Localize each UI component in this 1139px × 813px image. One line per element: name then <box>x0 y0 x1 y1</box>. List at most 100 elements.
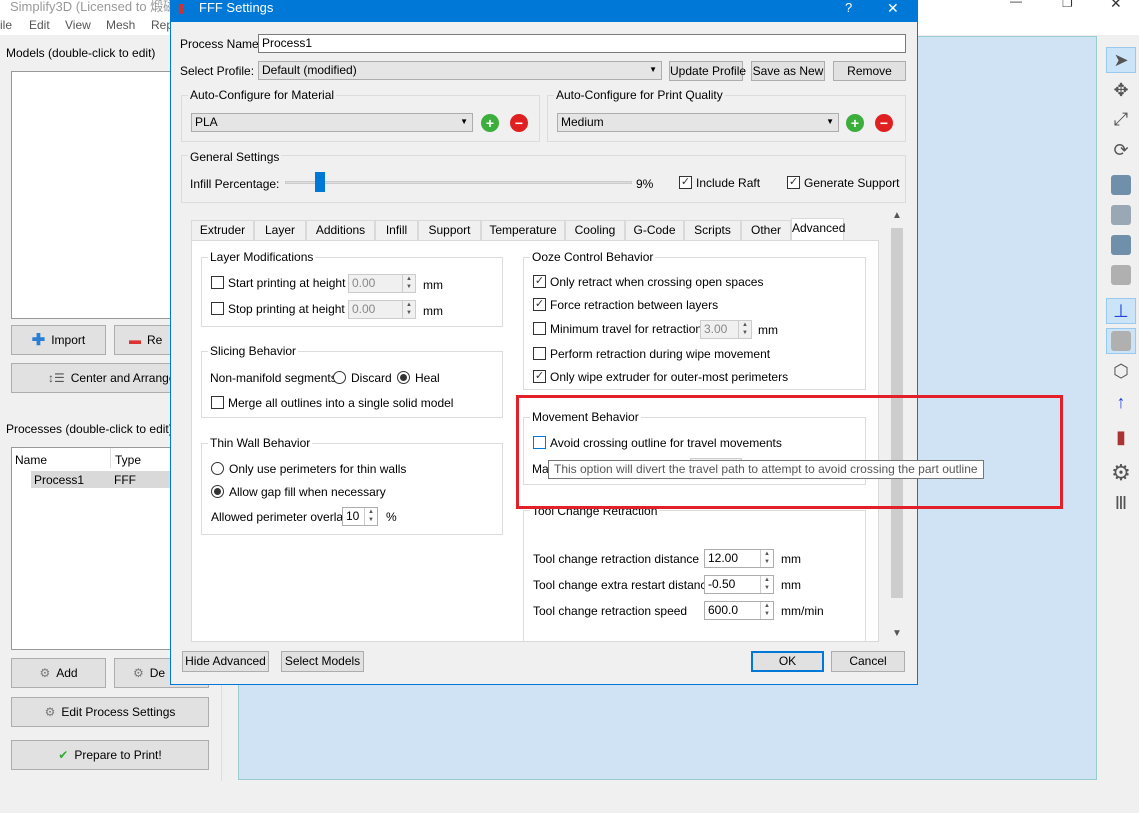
quality-select[interactable]: Medium ▼ <box>557 113 839 132</box>
ok-button[interactable]: OK <box>751 651 824 672</box>
tab-temperature[interactable]: Temperature <box>481 220 565 240</box>
infill-slider-track[interactable] <box>285 181 632 184</box>
cube-side-view-icon[interactable] <box>1106 232 1136 258</box>
tab-additions[interactable]: Additions <box>306 220 375 240</box>
window-minimize[interactable]: — <box>1010 0 1022 8</box>
wipe-outer-label: Only wipe extruder for outer-most perime… <box>550 370 789 384</box>
spinner-arrows-icon[interactable]: ▲ ▼ <box>760 550 773 567</box>
edit-process-settings-button[interactable]: ⚙ Edit Process Settings <box>11 697 209 727</box>
start-height-value: 0.00 <box>352 276 376 290</box>
menu-mesh[interactable]: Mesh <box>106 18 135 32</box>
menu-edit[interactable]: Edit <box>29 18 50 32</box>
tc-distance-input[interactable]: 12.00 ▲ ▼ <box>704 549 774 568</box>
spinner-arrows-icon[interactable]: ▲ ▼ <box>760 576 773 593</box>
cube-top-view-icon[interactable] <box>1106 202 1136 228</box>
select-models-button[interactable]: Select Models <box>281 651 364 672</box>
tab-extruder[interactable]: Extruder <box>191 220 254 240</box>
chevron-down-icon: ▼ <box>649 65 657 74</box>
prepare-to-print-button[interactable]: ✔ Prepare to Print! <box>11 740 209 770</box>
dialog-titlebar <box>170 0 918 22</box>
add-material-button[interactable]: + <box>481 114 499 132</box>
import-button[interactable]: ✚ Import <box>11 325 106 355</box>
material-select[interactable]: PLA ▼ <box>191 113 473 132</box>
overlap-input[interactable]: 10 ▲ ▼ <box>342 507 378 526</box>
only-retract-checkbox[interactable]: ✓ <box>533 275 546 288</box>
merge-outlines-checkbox[interactable] <box>211 396 224 409</box>
merge-outlines-label: Merge all outlines into a single solid m… <box>228 396 454 410</box>
cube-iso-view-icon[interactable] <box>1106 262 1136 288</box>
rotate-icon[interactable]: ⟳ <box>1106 137 1136 163</box>
min-travel-input[interactable]: 3.00 ▲ ▼ <box>700 320 752 339</box>
tab-scripts[interactable]: Scripts <box>684 220 741 240</box>
infill-slider-handle[interactable] <box>315 172 326 192</box>
col-type[interactable]: Type <box>115 453 141 467</box>
solid-cube-icon[interactable] <box>1106 328 1136 354</box>
force-retraction-checkbox[interactable]: ✓ <box>533 298 546 311</box>
only-perimeters-radio[interactable] <box>211 462 224 475</box>
tab-layer[interactable]: Layer <box>254 220 306 240</box>
window-close[interactable]: ✕ <box>1110 0 1122 12</box>
heal-radio[interactable] <box>397 371 410 384</box>
cross-section-icon[interactable]: ▮ <box>1106 424 1136 450</box>
discard-radio[interactable] <box>333 371 346 384</box>
window-maximize[interactable]: ❐ <box>1062 0 1073 10</box>
arrange-icon: ↕☰ <box>48 371 65 385</box>
remove-profile-button[interactable]: Remove <box>833 61 906 81</box>
axes-icon[interactable]: ⊥ <box>1106 298 1136 324</box>
tc-speed-input[interactable]: 600.0 ▲ ▼ <box>704 601 774 620</box>
tc-extra-input[interactable]: -0.50 ▲ ▼ <box>704 575 774 594</box>
hide-advanced-button[interactable]: Hide Advanced <box>182 651 269 672</box>
move-icon[interactable]: ✥ <box>1106 77 1136 103</box>
include-raft-checkbox[interactable]: ✓ <box>679 176 692 189</box>
process-name: Process1 <box>34 473 85 487</box>
add-quality-button[interactable]: + <box>846 114 864 132</box>
generate-support-checkbox[interactable]: ✓ <box>787 176 800 189</box>
start-height-input[interactable]: 0.00 ▲ ▼ <box>348 274 416 293</box>
process-name-input[interactable]: Process1 <box>258 34 906 53</box>
gap-fill-radio[interactable] <box>211 485 224 498</box>
menu-view[interactable]: View <box>65 18 91 32</box>
help-button[interactable]: ? <box>845 0 852 15</box>
spinner-arrows-icon[interactable]: ▲ ▼ <box>760 602 773 619</box>
cancel-button[interactable]: Cancel <box>831 651 905 672</box>
col-name[interactable]: Name <box>15 453 47 467</box>
save-as-new-button[interactable]: Save as New <box>751 61 825 81</box>
min-travel-checkbox[interactable] <box>533 322 546 335</box>
wipe-retraction-checkbox[interactable] <box>533 347 546 360</box>
select-arrow-icon[interactable]: ➤ <box>1106 47 1136 73</box>
cube-front-view-icon[interactable] <box>1106 172 1136 198</box>
start-height-checkbox[interactable] <box>211 276 224 289</box>
remove-quality-button[interactable]: − <box>875 114 893 132</box>
profile-select[interactable]: Default (modified) ▼ <box>258 61 662 80</box>
stop-height-checkbox[interactable] <box>211 302 224 315</box>
supports-icon[interactable]: Ⅲ <box>1106 490 1136 516</box>
import-icon: ✚ <box>31 332 46 349</box>
wireframe-cube-icon[interactable]: ⬡ <box>1106 358 1136 384</box>
tc-distance-value: 12.00 <box>708 551 739 565</box>
dialog-close-button[interactable]: ✕ <box>887 0 899 17</box>
tab-infill[interactable]: Infill <box>375 220 418 240</box>
tab-support[interactable]: Support <box>418 220 481 240</box>
wipe-outer-checkbox[interactable]: ✓ <box>533 370 546 383</box>
stop-height-input[interactable]: 0.00 ▲ ▼ <box>348 300 416 319</box>
process-type: FFF <box>114 473 136 487</box>
tab-other[interactable]: Other <box>741 220 791 240</box>
tab-advanced[interactable]: Advanced <box>791 218 845 241</box>
chevron-down-icon: ▼ <box>826 117 834 126</box>
normal-arrow-icon[interactable]: ↑ <box>1106 389 1136 415</box>
update-profile-button[interactable]: Update Profile <box>669 61 746 81</box>
spinner-arrows-icon[interactable]: ▲ ▼ <box>364 508 377 525</box>
checklist-icon: ✔ <box>58 748 69 762</box>
add-process-button[interactable]: ⚙ Add <box>11 658 106 688</box>
remove-material-button[interactable]: − <box>510 114 528 132</box>
tab-gcode[interactable]: G-Code <box>625 220 684 240</box>
menu-file[interactable]: ile <box>0 18 12 32</box>
scale-icon[interactable]: ⤢ <box>1106 106 1136 132</box>
scroll-up-icon[interactable]: ▲ <box>892 210 902 221</box>
scroll-down-icon[interactable]: ▼ <box>892 628 902 639</box>
gear-icon[interactable]: ⚙ <box>1106 460 1136 486</box>
spinner-arrows-icon[interactable]: ▲ ▼ <box>402 301 415 318</box>
spinner-arrows-icon[interactable]: ▲ ▼ <box>402 275 415 292</box>
spinner-arrows-icon[interactable]: ▲ ▼ <box>738 321 751 338</box>
tab-cooling[interactable]: Cooling <box>565 220 625 240</box>
